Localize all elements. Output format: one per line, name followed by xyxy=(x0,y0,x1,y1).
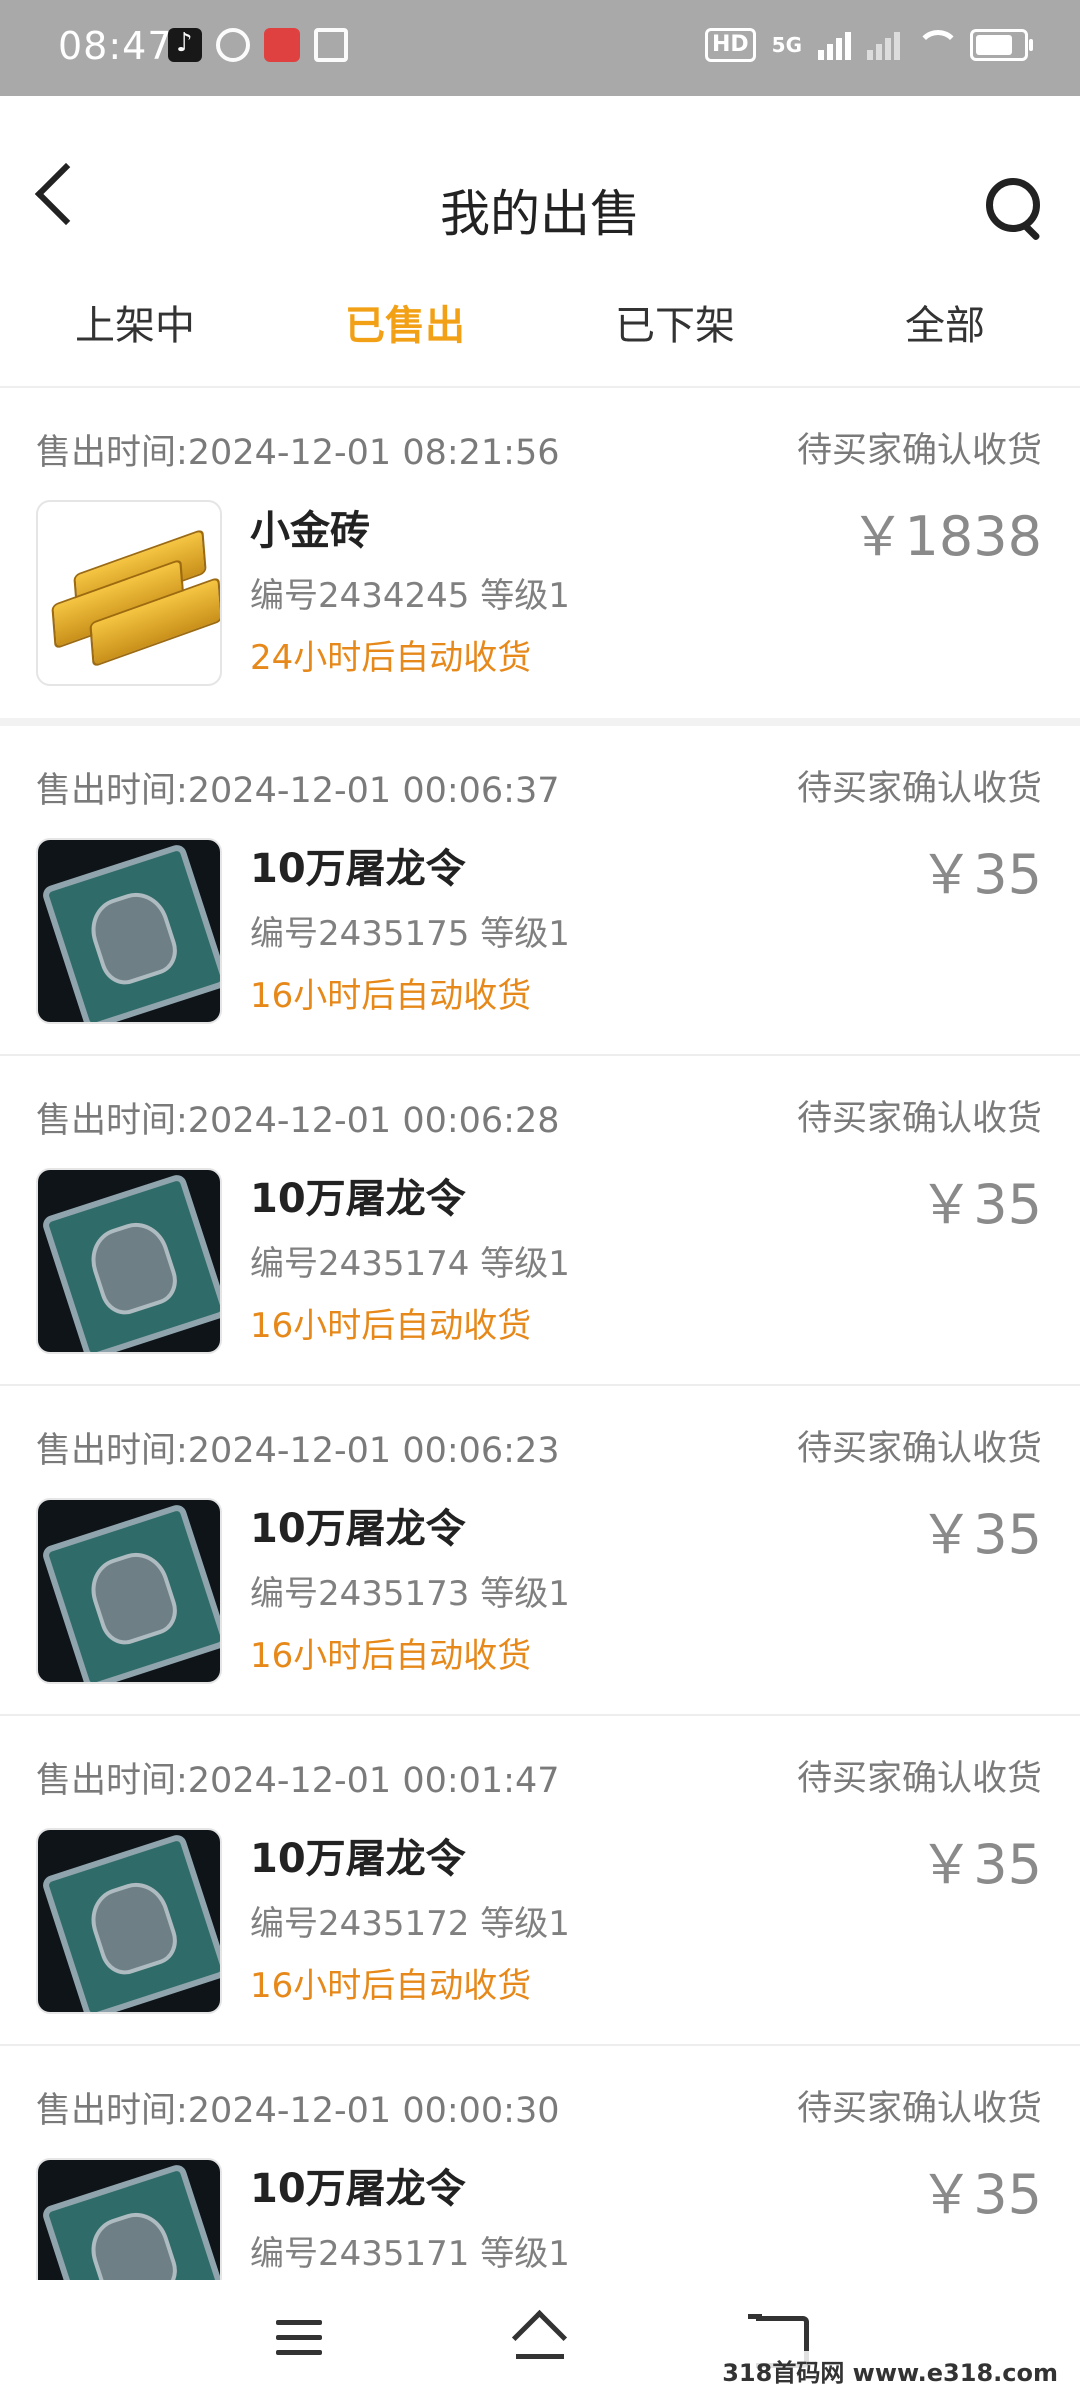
watermark: 318首码网 www.e318.com xyxy=(716,2351,1064,2390)
dragon-token-icon xyxy=(36,1828,222,2014)
order-card[interactable]: 售出时间:2024-12-01 00:01:47 待买家确认收货 10万屠龙令 … xyxy=(0,1716,1080,2046)
auto-receive-note: 16小时后自动收货 xyxy=(250,1636,532,1676)
tab-listing[interactable]: 上架中 xyxy=(0,286,270,386)
item-name: 10万屠龙令 xyxy=(250,1836,466,1882)
battery-icon xyxy=(970,29,1033,61)
app-loop-icon xyxy=(216,28,250,62)
order-sold-time: 售出时间:2024-12-01 00:06:28 xyxy=(36,1101,560,1141)
tab-sold[interactable]: 已售出 xyxy=(270,286,540,386)
search-icon[interactable] xyxy=(984,176,1044,242)
auto-receive-note: 24小时后自动收货 xyxy=(250,638,532,678)
item-meta: 编号2435173 等级1 xyxy=(250,1574,570,1614)
order-sold-time: 售出时间:2024-12-01 00:00:30 xyxy=(36,2091,560,2131)
notification-icons xyxy=(168,28,348,62)
item-meta: 编号2435174 等级1 xyxy=(250,1244,570,1284)
order-sold-time: 售出时间:2024-12-01 00:06:37 xyxy=(36,771,560,811)
order-card[interactable]: 售出时间:2024-12-01 08:21:56 待买家确认收货 小金砖 编号2… xyxy=(0,388,1080,726)
order-list: 售出时间:2024-12-01 08:21:56 待买家确认收货 小金砖 编号2… xyxy=(0,388,1080,2280)
order-sold-time: 售出时间:2024-12-01 00:01:47 xyxy=(36,1761,560,1801)
dragon-token-icon xyxy=(36,1168,222,1354)
order-card[interactable]: 售出时间:2024-12-01 00:06:28 待买家确认收货 10万屠龙令 … xyxy=(0,1056,1080,1386)
hd-icon: HD xyxy=(704,28,756,62)
app-header: 我的出售 xyxy=(0,96,1080,286)
item-name: 10万屠龙令 xyxy=(250,1506,466,1552)
item-price: ￥35 xyxy=(919,843,1042,906)
dragon-token-icon xyxy=(36,1498,222,1684)
calendar-icon xyxy=(314,28,348,62)
status-time: 08:47 xyxy=(58,24,173,68)
item-price: ￥35 xyxy=(919,2163,1042,2226)
tab-bar: 上架中 已售出 已下架 全部 xyxy=(0,286,1080,388)
order-sold-time: 售出时间:2024-12-01 00:06:23 xyxy=(36,1431,560,1471)
tab-delisted[interactable]: 已下架 xyxy=(540,286,810,386)
auto-receive-note: 16小时后自动收货 xyxy=(250,1966,532,2006)
gold-bar-icon xyxy=(36,500,222,686)
order-card[interactable]: 售出时间:2024-12-01 00:06:23 待买家确认收货 10万屠龙令 … xyxy=(0,1386,1080,1716)
order-status: 待买家确认收货 xyxy=(796,1429,1042,1469)
order-status: 待买家确认收货 xyxy=(796,431,1042,471)
order-status: 待买家确认收货 xyxy=(796,2089,1042,2129)
item-meta: 编号2435175 等级1 xyxy=(250,914,570,954)
network-5g-label: 5G xyxy=(771,33,802,57)
system-icons: HD 5G xyxy=(704,28,1033,62)
order-status: 待买家确认收货 xyxy=(796,769,1042,809)
item-price: ￥35 xyxy=(919,1503,1042,1566)
news-app-icon xyxy=(264,28,300,62)
signal-icon xyxy=(818,30,851,60)
page-title: 我的出售 xyxy=(440,185,640,243)
signal-icon-2 xyxy=(867,30,900,60)
item-meta: 编号2434245 等级1 xyxy=(250,576,570,616)
home-icon[interactable] xyxy=(512,2314,568,2364)
item-name: 10万屠龙令 xyxy=(250,1176,466,1222)
dragon-token-icon xyxy=(36,2158,222,2280)
dragon-token-icon xyxy=(36,838,222,1024)
wifi-icon xyxy=(916,30,960,60)
auto-receive-note: 16小时后自动收货 xyxy=(250,976,532,1016)
menu-icon[interactable] xyxy=(276,2320,322,2365)
tab-all[interactable]: 全部 xyxy=(810,286,1080,386)
item-name: 小金砖 xyxy=(250,508,370,554)
tiktok-icon xyxy=(168,28,202,62)
item-price: ￥1838 xyxy=(850,505,1042,568)
item-price: ￥35 xyxy=(919,1833,1042,1896)
status-bar: 08:47 HD 5G xyxy=(0,0,1080,96)
auto-receive-note: 16小时后自动收货 xyxy=(250,1306,532,1346)
item-name: 10万屠龙令 xyxy=(250,846,466,892)
order-status: 待买家确认收货 xyxy=(796,1759,1042,1799)
order-sold-time: 售出时间:2024-12-01 08:21:56 xyxy=(36,433,560,473)
item-price: ￥35 xyxy=(919,1173,1042,1236)
order-card[interactable]: 售出时间:2024-12-01 00:06:37 待买家确认收货 10万屠龙令 … xyxy=(0,726,1080,1056)
item-meta: 编号2435172 等级1 xyxy=(250,1904,570,1944)
item-name: 10万屠龙令 xyxy=(250,2166,466,2212)
order-status: 待买家确认收货 xyxy=(796,1099,1042,1139)
order-card[interactable]: 售出时间:2024-12-01 00:00:30 待买家确认收货 10万屠龙令 … xyxy=(0,2046,1080,2280)
item-meta: 编号2435171 等级1 xyxy=(250,2234,570,2274)
